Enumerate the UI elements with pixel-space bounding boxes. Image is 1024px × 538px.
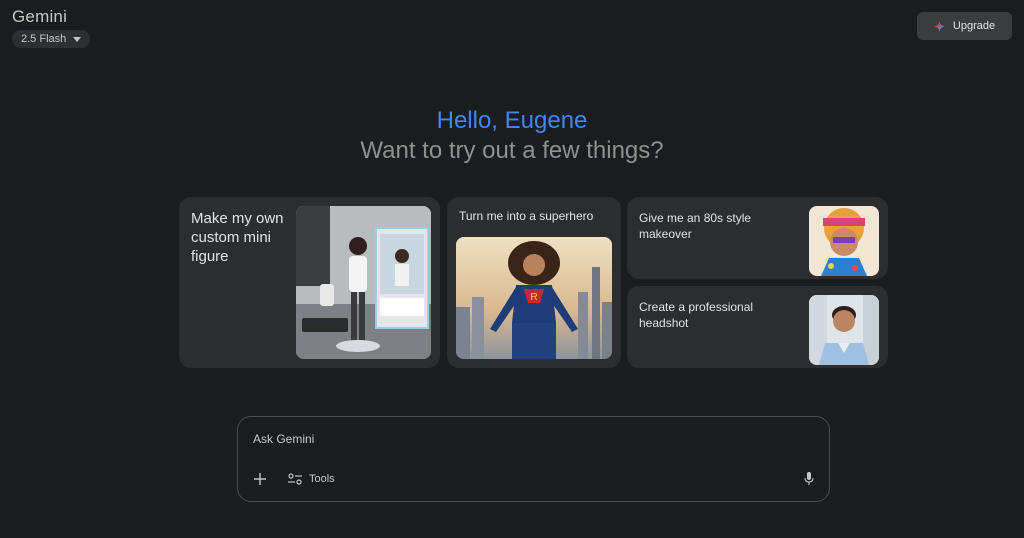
suggestion-card-superhero[interactable]: Turn me into a superhero R: [447, 197, 621, 368]
suggestion-card-mini-figure[interactable]: Make my own custom mini figure: [179, 197, 440, 368]
card-title: Make my own custom mini figure: [191, 210, 284, 265]
greeting-prompt: Want to try out a few things?: [360, 137, 664, 164]
headshot-illustration: [809, 295, 879, 365]
mini-figure-illustration: [296, 206, 431, 359]
add-attachment-button[interactable]: [251, 470, 269, 488]
mini-figure-photo: [296, 206, 431, 359]
headshot-photo: [809, 295, 879, 365]
greeting-hello: Hello, Eugene: [436, 107, 588, 134]
80s-makeover-illustration: [809, 206, 879, 276]
tools-icon: [288, 473, 302, 485]
upgrade-button[interactable]: Upgrade: [917, 12, 1012, 40]
prompt-box: Tools: [237, 416, 830, 502]
svg-text:R: R: [530, 292, 537, 303]
card-title: Create a professional headshot: [639, 300, 754, 330]
suggestion-card-headshot[interactable]: Create a professional headshot: [627, 286, 888, 368]
microphone-button[interactable]: [802, 471, 816, 487]
card-title: Turn me into a superhero: [459, 209, 594, 223]
upgrade-label: Upgrade: [952, 20, 996, 32]
gemini-app: Gemini 2.5 Flash Upgrade Hello, Eugene W…: [0, 0, 1024, 538]
prompt-input[interactable]: [253, 432, 793, 446]
sparkle-icon: [933, 20, 945, 32]
model-selector[interactable]: 2.5 Flash: [12, 30, 91, 48]
superhero-illustration: R: [456, 237, 612, 359]
model-label: 2.5 Flash: [21, 33, 67, 45]
suggestion-card-80s-makeover[interactable]: Give me an 80s style makeover: [627, 197, 888, 279]
80s-makeover-photo: [809, 206, 879, 276]
superhero-photo: R: [456, 237, 612, 359]
microphone-icon: [804, 472, 814, 485]
tools-button[interactable]: Tools: [288, 470, 335, 488]
app-title: Gemini: [12, 7, 68, 26]
plus-icon: [254, 473, 266, 485]
caret-down-icon: [73, 36, 82, 42]
tools-label: Tools: [309, 473, 335, 485]
card-title: Give me an 80s style makeover: [639, 211, 752, 241]
